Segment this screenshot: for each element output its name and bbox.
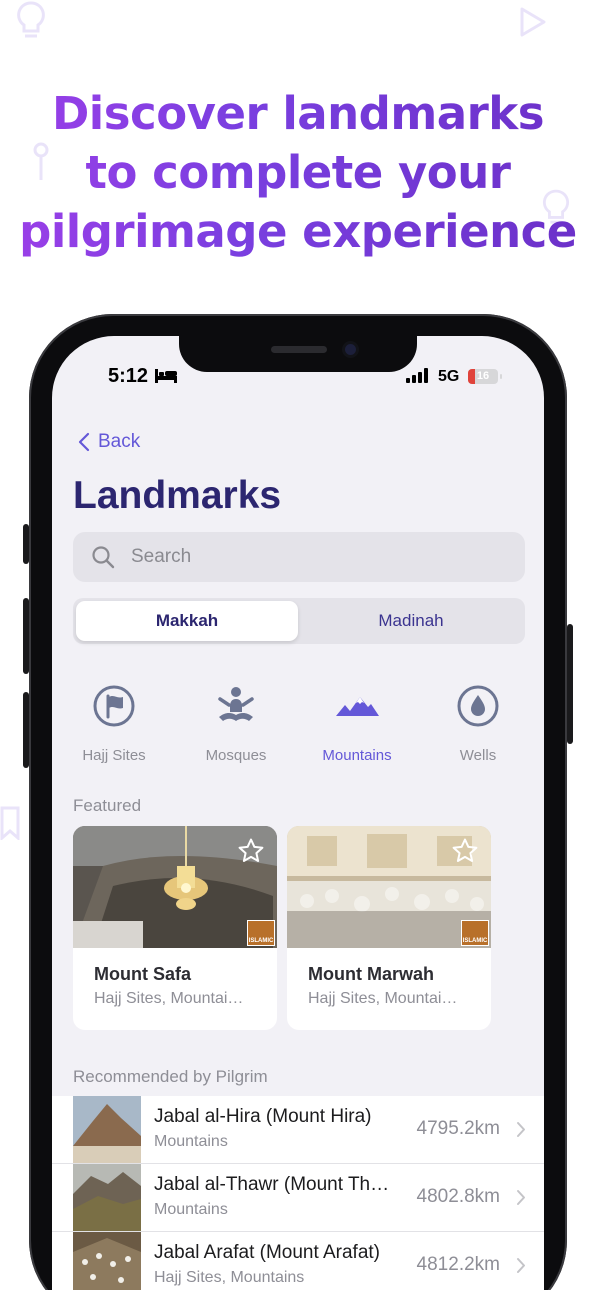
list-item[interactable]: Jabal al-Thawr (Mount Th… Mountains 4802… — [52, 1164, 544, 1232]
sleep-focus-icon — [155, 369, 177, 383]
card-subtitle: Hajj Sites, Mountai… — [308, 990, 458, 1007]
battery-level: 16 — [476, 370, 490, 382]
chevron-right-icon — [517, 1122, 525, 1137]
status-time: 5:12 — [108, 365, 149, 387]
back-label: Back — [98, 431, 141, 452]
list-item-category: Hajj Sites, Mountains — [154, 1269, 305, 1286]
card-title: Mount Marwah — [308, 964, 434, 984]
search-placeholder: Search — [131, 546, 192, 567]
play-icon — [520, 7, 546, 37]
headline: Discover landmarks to complete your pilg… — [0, 84, 596, 261]
list-item-category: Mountains — [154, 1133, 228, 1150]
recommended-list: Jabal al-Hira (Mount Hira) Mountains 479… — [52, 1096, 544, 1290]
list-item-distance: 4812.2km — [416, 1254, 500, 1275]
category-wells[interactable]: Wells — [418, 684, 538, 764]
praying-person-icon — [218, 687, 254, 721]
source-badge: ISLAMIC — [247, 920, 275, 946]
search-icon — [92, 546, 115, 569]
lightbulb-icon — [17, 1, 45, 38]
headline-line-3: pilgrimage experience — [0, 202, 596, 261]
recommended-heading: Recommended by Pilgrim — [73, 1067, 268, 1086]
speaker — [271, 346, 327, 353]
city-segmented-control: Makkah Madinah — [73, 598, 525, 644]
chevron-right-icon — [517, 1190, 525, 1205]
list-item[interactable]: Jabal Arafat (Mount Arafat) Hajj Sites, … — [52, 1232, 544, 1290]
network-type: 5G — [438, 368, 460, 385]
card-title: Mount Safa — [94, 964, 191, 984]
segment-makkah[interactable]: Makkah — [76, 601, 298, 641]
volume-down-button — [23, 692, 29, 768]
water-drop-icon — [457, 685, 499, 727]
list-item[interactable]: Jabal al-Hira (Mount Hira) Mountains 479… — [52, 1096, 544, 1164]
category-label: Wells — [459, 747, 497, 764]
power-button — [567, 624, 573, 744]
jabal-arafat-photo — [73, 1232, 141, 1290]
list-item-distance: 4802.8km — [416, 1186, 500, 1207]
volume-up-button — [23, 598, 29, 674]
list-item-name: Jabal al-Thawr (Mount Th… — [154, 1174, 390, 1195]
search-input[interactable]: Search — [73, 532, 525, 582]
flag-icon — [93, 685, 135, 727]
chevron-left-icon — [78, 432, 90, 452]
featured-card-mount-safa[interactable]: ISLAMIC Mount Safa Hajj Sites, Mountai… — [73, 826, 277, 1030]
card-subtitle: Hajj Sites, Mountai… — [94, 990, 244, 1007]
category-bar: Hajj Sites Mosques Mountains Wells — [52, 666, 544, 776]
list-item-category: Mountains — [154, 1201, 228, 1218]
category-mosques[interactable]: Mosques — [176, 684, 296, 764]
battery-indicator: 16 — [468, 369, 502, 384]
favorite-star-icon[interactable] — [237, 837, 265, 865]
category-hajj-sites[interactable]: Hajj Sites — [54, 684, 174, 764]
category-mountains[interactable]: Mountains — [297, 684, 417, 764]
front-camera — [342, 341, 359, 358]
list-item-name: Jabal al-Hira (Mount Hira) — [154, 1106, 372, 1127]
jabal-al-hira-photo — [73, 1096, 141, 1163]
source-badge: ISLAMIC — [461, 920, 489, 946]
battery-tip — [500, 374, 502, 379]
page-title: Landmarks — [73, 474, 282, 517]
signal-bars-icon — [406, 368, 428, 383]
list-item-name: Jabal Arafat (Mount Arafat) — [154, 1242, 381, 1263]
category-label: Mosques — [205, 747, 267, 764]
status-bar: 5:12 5G 16 — [52, 362, 544, 390]
headline-line-2: to complete your — [0, 143, 596, 202]
mountains-icon — [336, 697, 379, 716]
chevron-right-icon — [517, 1258, 525, 1273]
category-label: Hajj Sites — [82, 747, 146, 764]
list-item-distance: 4795.2km — [416, 1118, 500, 1139]
category-label: Mountains — [322, 747, 392, 764]
jabal-al-thawr-photo — [73, 1164, 141, 1231]
silent-switch — [23, 524, 29, 564]
segment-madinah[interactable]: Madinah — [300, 601, 522, 641]
back-button[interactable]: Back — [78, 431, 140, 453]
headline-line-1: Discover landmarks — [0, 84, 596, 143]
bookmark-icon — [0, 806, 20, 840]
featured-heading: Featured — [73, 796, 142, 815]
favorite-star-icon[interactable] — [451, 837, 479, 865]
app-screen: 5:12 5G 16 Back Landmarks Search Makkah … — [52, 336, 544, 1290]
featured-card-mount-marwah[interactable]: ISLAMIC Mount Marwah Hajj Sites, Mountai… — [287, 826, 491, 1030]
